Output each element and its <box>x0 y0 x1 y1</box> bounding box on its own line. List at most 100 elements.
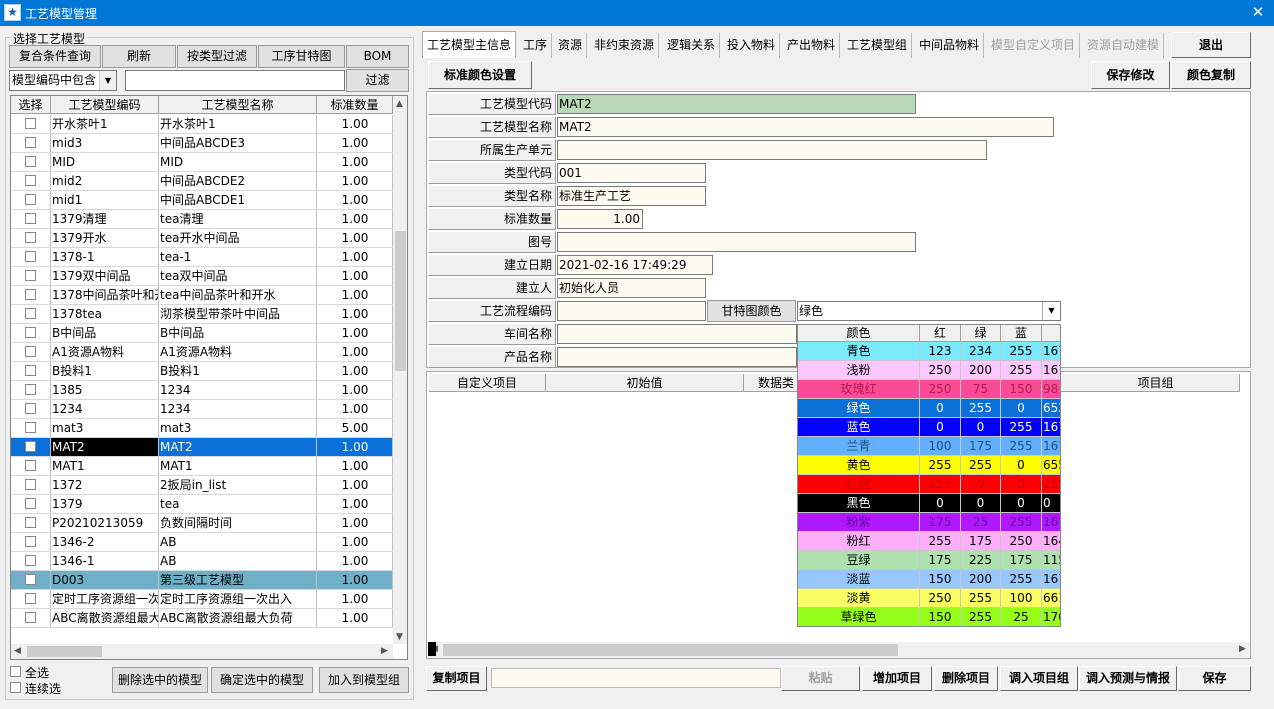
copy-color-button[interactable]: 颜色复制 <box>1171 61 1251 89</box>
composite-query-button[interactable]: 复合条件查询 <box>9 45 101 68</box>
table-row[interactable]: MAT1 MAT1 1.00 <box>11 457 393 476</box>
gantt-color-label[interactable]: 甘特图颜色 <box>707 300 796 322</box>
row-select-cell[interactable] <box>11 571 51 589</box>
table-row[interactable]: 1379双中间品 tea双中间品 1.00 <box>11 267 393 286</box>
row-select-cell[interactable] <box>11 248 51 266</box>
table-row[interactable]: ABC离散资源组最大 ABC离散资源组最大负荷 1.00 <box>11 609 393 628</box>
scroll-left-icon[interactable]: ◀ <box>14 646 21 656</box>
color-option[interactable]: 淡黄250255100661 <box>798 589 1060 608</box>
col-qty[interactable]: 标准数量 <box>317 96 393 114</box>
col-custom-item[interactable]: 自定义项目 <box>429 374 546 392</box>
col-initial-value[interactable]: 初始值 <box>546 374 744 392</box>
date-field[interactable]: 2021-02-16 17:49:29 <box>557 255 713 275</box>
row-checkbox[interactable] <box>25 460 36 471</box>
row-checkbox[interactable] <box>25 365 36 376</box>
scroll-down-icon[interactable]: ▼ <box>396 632 403 642</box>
table-row[interactable]: D003 第三级工艺模型 1.00 <box>11 571 393 590</box>
row-select-cell[interactable] <box>11 400 51 418</box>
color-option[interactable]: 豆绿175225175115 <box>798 551 1060 570</box>
table-row[interactable]: 定时工序资源组一次 定时工序资源组一次出入 1.00 <box>11 590 393 609</box>
delete-selected-button[interactable]: 删除选中的模型 <box>112 667 208 693</box>
import-forecast-button[interactable]: 调入预测与情报 <box>1079 666 1177 691</box>
table-row[interactable]: B中间品 B中间品 1.00 <box>11 324 393 343</box>
table-vscrollbar[interactable]: ▲ ▼ <box>393 96 407 644</box>
row-checkbox[interactable] <box>25 118 36 129</box>
delete-item-button[interactable]: 删除项目 <box>934 666 998 691</box>
row-checkbox[interactable] <box>25 612 36 623</box>
color-option[interactable]: 玫瑰红 250 75 150 98 <box>798 380 1060 399</box>
tab-logic[interactable]: 逻辑关系 <box>663 33 721 58</box>
import-group-button[interactable]: 调入项目组 <box>1000 666 1078 691</box>
row-select-cell[interactable] <box>11 115 51 133</box>
tab-auto-model[interactable]: 资源自动建模 <box>1083 33 1165 58</box>
row-checkbox[interactable] <box>25 536 36 547</box>
row-select-cell[interactable] <box>11 286 51 304</box>
drawing-field[interactable] <box>557 232 916 252</box>
row-select-cell[interactable] <box>11 305 51 323</box>
col-name[interactable]: 工艺模型名称 <box>159 96 317 114</box>
type-name-field[interactable]: 标准生产工艺 <box>557 186 706 206</box>
table-row[interactable]: 开水茶叶1 开水茶叶1 1.00 <box>11 115 393 134</box>
table-row[interactable]: 1346-1 AB 1.00 <box>11 552 393 571</box>
table-row[interactable]: mid2 中间品ABCDE2 1.00 <box>11 172 393 191</box>
creator-field[interactable]: 初始化人员 <box>557 278 706 298</box>
paste-button[interactable]: 粘贴 <box>781 666 860 691</box>
color-option[interactable]: 青色123234255167 <box>798 342 1060 361</box>
close-icon[interactable]: ✕ <box>1242 0 1274 26</box>
name-field[interactable]: MAT2 <box>557 117 1054 137</box>
row-select-cell[interactable] <box>11 343 51 361</box>
std-color-button[interactable]: 标准颜色设置 <box>428 61 532 89</box>
row-select-cell[interactable] <box>11 153 51 171</box>
col-select[interactable]: 选择 <box>11 96 51 114</box>
color-option[interactable]: 兰青100175255167 <box>798 437 1060 456</box>
row-checkbox[interactable] <box>25 403 36 414</box>
table-row[interactable]: mid1 中间品ABCDE1 1.00 <box>11 191 393 210</box>
copy-item-input[interactable] <box>491 668 781 688</box>
save-button[interactable]: 保存 <box>1178 666 1251 691</box>
copy-item-button[interactable]: 复制项目 <box>426 666 487 691</box>
table-row[interactable]: MAT2 MAT2 1.00 <box>11 438 393 457</box>
row-select-cell[interactable] <box>11 267 51 285</box>
color-option[interactable]: 草绿色15025525170 <box>798 608 1060 626</box>
table-row[interactable]: 1379清理 tea清理 1.00 <box>11 210 393 229</box>
table-hscrollbar[interactable]: ◀ ▶ <box>11 644 393 659</box>
table-row[interactable]: 1379 tea 1.00 <box>11 495 393 514</box>
row-checkbox[interactable] <box>25 574 36 585</box>
color-option[interactable]: 绿色02550652 <box>798 399 1060 418</box>
row-checkbox[interactable] <box>25 384 36 395</box>
unit-field[interactable] <box>557 140 987 160</box>
type-code-field[interactable]: 001 <box>557 163 706 183</box>
row-select-cell[interactable] <box>11 191 51 209</box>
color-option[interactable]: 蓝色00255167 <box>798 418 1060 437</box>
scroll-right-icon[interactable]: ▶ <box>1239 644 1246 654</box>
table-row[interactable]: P20210213059 负数间隔时间 1.00 <box>11 514 393 533</box>
table-row[interactable]: mid3 中间品ABCDE3 1.00 <box>11 134 393 153</box>
product-field[interactable] <box>557 347 797 367</box>
workshop-field[interactable] <box>557 324 797 344</box>
row-checkbox[interactable] <box>25 327 36 338</box>
save-changes-button[interactable]: 保存修改 <box>1091 61 1170 89</box>
color-option[interactable]: 浅粉250200255167 <box>798 361 1060 380</box>
table-row[interactable]: 1372 2扳局in_list 1.00 <box>11 476 393 495</box>
type-filter-button[interactable]: 按类型过滤 <box>177 45 257 68</box>
row-select-cell[interactable] <box>11 210 51 228</box>
row-checkbox[interactable] <box>25 156 36 167</box>
row-select-cell[interactable] <box>11 609 51 627</box>
refresh-button[interactable]: 刷新 <box>102 45 176 68</box>
row-checkbox[interactable] <box>25 137 36 148</box>
color-option[interactable]: 红色25500255 <box>798 475 1060 494</box>
tab-nonconstraint[interactable]: 非约束资源 <box>590 33 660 58</box>
row-select-cell[interactable] <box>11 172 51 190</box>
color-option[interactable]: 黄色2552550655 <box>798 456 1060 475</box>
custom-hscrollbar[interactable]: ◀ ▶ <box>427 642 1250 658</box>
col-item-group[interactable]: 项目组 <box>1072 374 1240 392</box>
row-select-cell[interactable] <box>11 552 51 570</box>
select-all-checkbox[interactable] <box>10 666 21 677</box>
row-select-cell[interactable] <box>11 229 51 247</box>
row-checkbox[interactable] <box>25 346 36 357</box>
scroll-right-icon[interactable]: ▶ <box>381 646 388 656</box>
row-checkbox[interactable] <box>25 441 36 452</box>
tab-intermediate[interactable]: 中间品物料 <box>915 33 985 58</box>
row-select-cell[interactable] <box>11 495 51 513</box>
color-option[interactable]: 黑色 0 0 0 0 <box>798 494 1060 513</box>
